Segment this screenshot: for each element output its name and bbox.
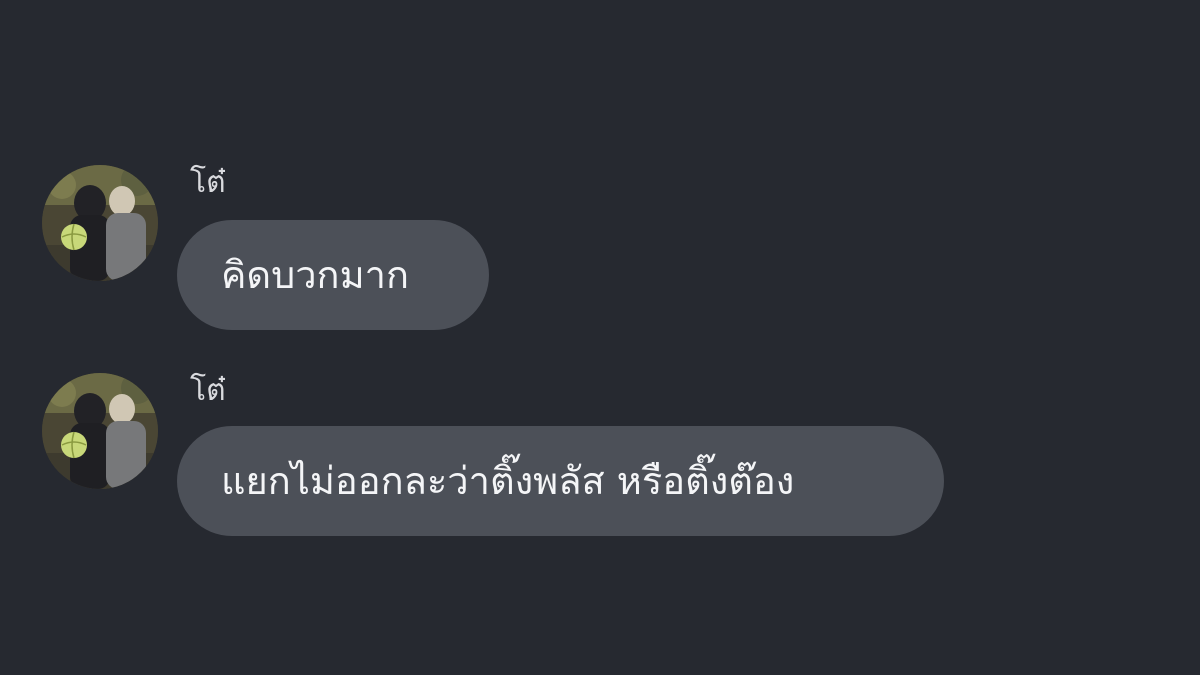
- message-bubble[interactable]: คิดบวกมาก: [177, 220, 489, 330]
- chat-thread: โต๋ คิดบวกมาก โต๋ แยกไม่ออกละว่าติ๊งพลัส…: [0, 0, 1200, 675]
- avatar[interactable]: [42, 373, 158, 489]
- message-bubble[interactable]: แยกไม่ออกละว่าติ๊งพลัส หรือติ๊งต๊อง: [177, 426, 944, 536]
- message-group: โต๋ แยกไม่ออกละว่าติ๊งพลัส หรือติ๊งต๊อง: [0, 363, 1200, 543]
- message-group: โต๋ คิดบวกมาก: [0, 155, 1200, 335]
- sender-name: โต๋: [190, 165, 226, 200]
- message-text: แยกไม่ออกละว่าติ๊งพลัส หรือติ๊งต๊อง: [221, 459, 795, 503]
- profile-photo-icon: [42, 373, 158, 489]
- sender-name: โต๋: [190, 373, 226, 408]
- profile-photo-icon: [42, 165, 158, 281]
- message-text: คิดบวกมาก: [221, 253, 409, 297]
- avatar[interactable]: [42, 165, 158, 281]
